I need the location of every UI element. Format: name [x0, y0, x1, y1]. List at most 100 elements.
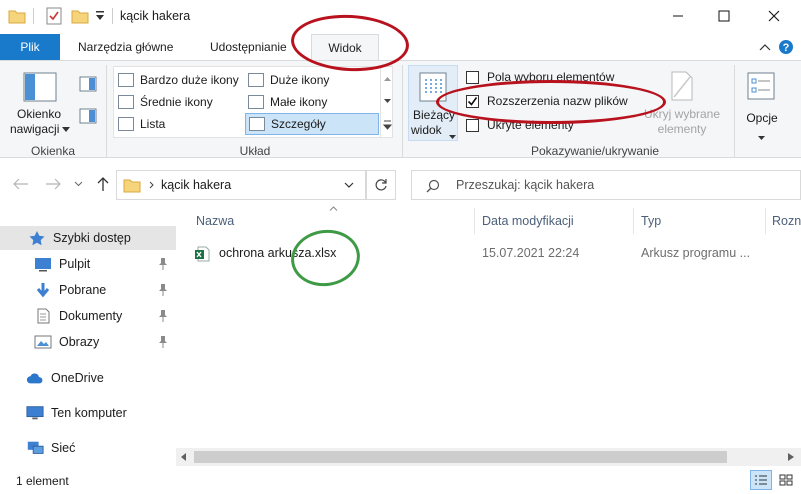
nav-item-desktop-label: Pulpit — [59, 257, 91, 271]
column-header-size[interactable]: Rozn — [772, 208, 801, 234]
status-item-count: 1 element — [16, 474, 69, 488]
file-extensions-checkbox[interactable] — [466, 94, 479, 108]
forward-icon[interactable] — [44, 176, 62, 192]
layout-option-small-icons[interactable]: Małe ikony — [248, 92, 327, 112]
table-row[interactable]: ochrona arkusza.xlsx 15.07.2021 22:24 Ar… — [190, 243, 801, 265]
pin-icon — [159, 336, 167, 348]
nav-onedrive-label: OneDrive — [51, 371, 104, 385]
help-icon[interactable]: ? — [778, 39, 794, 55]
layout-option-medium-icons[interactable]: Średnie ikony — [118, 92, 213, 112]
layout-option-list[interactable]: Lista — [118, 114, 165, 134]
file-extensions-label: Rozszerzenia nazw plików — [487, 94, 628, 108]
address-bar-row: kącik hakera Przeszukaj: kącik hakera — [0, 168, 801, 200]
nav-item-documents[interactable]: Dokumenty — [0, 304, 176, 328]
close-button[interactable] — [751, 0, 797, 32]
address-path[interactable]: kącik hakera — [161, 178, 231, 192]
column-header-name[interactable]: Nazwa — [196, 208, 234, 234]
nav-onedrive[interactable]: OneDrive — [0, 366, 176, 390]
new-folder-icon[interactable] — [71, 8, 89, 24]
refresh-button[interactable] — [366, 170, 396, 200]
address-dropdown-icon[interactable] — [343, 180, 355, 190]
up-icon[interactable] — [94, 175, 112, 193]
layout-option-large-icons[interactable]: Duże ikony — [248, 70, 329, 90]
customize-quick-access-icon[interactable] — [94, 9, 106, 23]
current-view-button[interactable]: Bieżący widok — [408, 65, 458, 141]
layout-gallery: Bardzo duże ikony Duże ikony Średnie iko… — [113, 66, 393, 138]
large-icons-view-button[interactable] — [775, 470, 797, 490]
item-checkboxes-option[interactable]: Pola wyboru elementów — [466, 70, 614, 84]
layout-gallery-scroll[interactable] — [380, 67, 393, 137]
search-box[interactable]: Przeszukaj: kącik hakera — [411, 170, 801, 200]
pictures-icon — [34, 335, 52, 349]
column-header-date[interactable]: Data modyfikacji — [482, 208, 574, 234]
layout-group-label: Układ — [239, 144, 271, 158]
downloads-icon — [36, 283, 50, 298]
nav-quick-access[interactable]: Szybki dostęp — [0, 226, 176, 250]
item-checkboxes-label: Pola wyboru elementów — [487, 70, 615, 84]
tab-file[interactable]: Plik — [0, 34, 60, 60]
file-name[interactable]: ochrona arkusza.xlsx — [219, 246, 336, 260]
horizontal-scrollbar[interactable] — [176, 448, 801, 466]
star-icon — [29, 231, 45, 246]
chevron-down-icon — [449, 128, 456, 142]
details-pane-icon[interactable] — [78, 107, 98, 125]
recent-locations-icon[interactable] — [72, 178, 84, 190]
hide-selected-label: Ukryj wybrane — [644, 107, 721, 121]
nav-item-pictures-label: Obrazy — [59, 335, 100, 349]
nav-network[interactable]: Sieć — [0, 436, 176, 460]
layout-option-extra-large-icons[interactable]: Bardzo duże ikony — [118, 70, 239, 90]
show-hide-group-label: Pokazywanie/ukrywanie — [530, 144, 660, 158]
navigation-pane: Szybki dostęp Pulpit Pobrane Dokumenty O… — [0, 208, 176, 468]
details-view-button[interactable] — [750, 470, 772, 490]
search-icon — [426, 179, 440, 193]
panes-group-label: Okienka — [30, 144, 76, 158]
preview-pane-icon[interactable] — [78, 75, 98, 93]
navigation-pane-label: Okienko — [16, 107, 62, 121]
folder-icon — [123, 177, 141, 193]
layout-option-details[interactable]: Szczegóły — [245, 113, 379, 135]
options-label: Opcje — [746, 111, 778, 125]
chevron-down-icon[interactable] — [62, 125, 70, 133]
tab-view[interactable]: Widok — [311, 34, 379, 61]
hidden-items-option[interactable]: Ukryte elementy — [466, 118, 574, 132]
nav-item-documents-label: Dokumenty — [59, 309, 123, 323]
nav-quick-access-label: Szybki dostęp — [53, 231, 131, 245]
nav-item-desktop[interactable]: Pulpit — [0, 252, 176, 276]
tab-home[interactable]: Narzędzia główne — [66, 34, 185, 60]
documents-icon — [37, 308, 50, 324]
maximize-button[interactable] — [701, 0, 747, 32]
back-icon[interactable] — [12, 176, 30, 192]
breadcrumb-chevron-icon[interactable] — [147, 180, 155, 190]
svg-text:?: ? — [783, 42, 790, 54]
sort-ascending-icon — [327, 204, 339, 212]
properties-icon[interactable] — [45, 7, 63, 25]
scroll-thumb[interactable] — [194, 451, 727, 463]
nav-item-pictures[interactable]: Obrazy — [0, 330, 176, 354]
folder-icon — [8, 8, 26, 24]
navigation-pane-icon[interactable] — [22, 71, 58, 103]
hidden-items-label: Ukryte elementy — [487, 118, 574, 132]
file-extensions-option[interactable]: Rozszerzenia nazw plików — [466, 94, 628, 108]
collapse-ribbon-icon[interactable] — [758, 40, 772, 54]
large-icons-view-icon — [779, 474, 793, 486]
scroll-right-icon[interactable] — [785, 451, 797, 463]
minimize-button[interactable] — [655, 0, 701, 32]
item-checkboxes-checkbox[interactable] — [466, 70, 479, 84]
nav-item-downloads-label: Pobrane — [59, 283, 107, 297]
current-view-label-2: widok — [411, 123, 442, 137]
current-view-label: Bieżący — [413, 108, 456, 122]
options-button[interactable]: Opcje — [738, 65, 786, 141]
tab-share[interactable]: Udostępnianie — [198, 34, 299, 60]
hide-selected-icon — [668, 71, 696, 101]
nav-item-downloads[interactable]: Pobrane — [0, 278, 176, 302]
scroll-left-icon[interactable] — [178, 451, 190, 463]
current-view-icon — [418, 72, 448, 102]
hide-selected-button[interactable]: Ukryj wybrane elementy — [640, 65, 724, 141]
column-header-type[interactable]: Typ — [641, 208, 661, 234]
address-field[interactable]: kącik hakera — [116, 170, 366, 200]
hidden-items-checkbox[interactable] — [466, 118, 479, 132]
chevron-down-icon — [758, 129, 765, 143]
computer-icon — [26, 406, 44, 420]
nav-this-pc[interactable]: Ten komputer — [0, 401, 176, 425]
desktop-icon — [35, 258, 51, 272]
